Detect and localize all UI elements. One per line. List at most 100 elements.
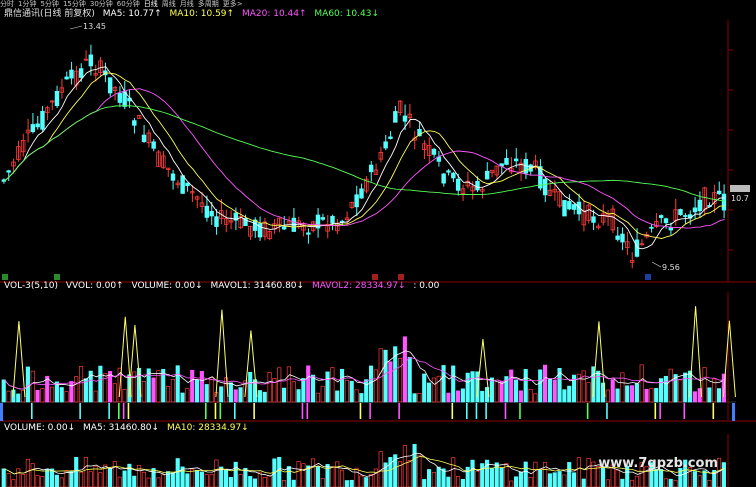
vol2-bar xyxy=(107,468,113,487)
vvol-readout: VVOL: 0.00↑ xyxy=(65,281,124,291)
vol-bar xyxy=(412,393,417,403)
signal-bar xyxy=(108,403,110,419)
period-tab-10[interactable]: 更多> xyxy=(223,0,243,9)
vol-bar xyxy=(335,390,340,403)
vol-bar xyxy=(528,389,533,403)
candle-body xyxy=(170,173,176,181)
candle-body xyxy=(716,190,722,195)
signal-bar xyxy=(253,403,255,419)
vol-bar xyxy=(49,386,55,403)
vol-bar xyxy=(518,390,523,403)
vol2-bar xyxy=(615,469,620,487)
vol2-bar xyxy=(538,469,543,487)
price-chart[interactable]: 13.45 9.56 10.7 xyxy=(0,20,756,284)
vol-bar xyxy=(344,379,349,403)
signal-bar xyxy=(301,403,304,419)
period-tab-4[interactable]: 30分钟 xyxy=(90,0,113,9)
vol2-bar xyxy=(605,479,610,487)
vol-bar xyxy=(16,393,21,403)
vol-bar xyxy=(509,369,514,403)
vol2-bar xyxy=(359,475,364,487)
vol-bar xyxy=(489,377,494,403)
vol-bar xyxy=(581,370,586,403)
period-tab-7[interactable]: 周线 xyxy=(162,0,176,9)
last-price-marker xyxy=(730,185,750,192)
vol2-bar xyxy=(547,473,552,487)
candlestick-chart-svg: 13.45 9.56 10.7 xyxy=(0,20,756,283)
candle-body xyxy=(542,178,548,196)
vol-bar xyxy=(1,379,6,403)
volume-ma5-readout: MA5: 31460.80↓ xyxy=(83,423,160,433)
vol2-bar xyxy=(286,466,291,487)
vol-bar xyxy=(397,357,403,403)
vol-bar xyxy=(513,379,519,403)
vol2-bar xyxy=(16,468,21,487)
vol-bar xyxy=(325,371,330,403)
vol2-bar xyxy=(518,471,523,487)
period-tab-2[interactable]: 5分钟 xyxy=(40,0,58,9)
vol-bar xyxy=(562,389,567,403)
vol2-bar xyxy=(426,469,432,487)
vol2-bar xyxy=(571,472,577,487)
candle-body xyxy=(571,204,577,210)
vol-bar xyxy=(248,371,253,403)
vol-bar xyxy=(716,388,722,403)
volume-indicator-chart[interactable] xyxy=(0,292,756,422)
vol-bar xyxy=(388,361,393,403)
signal-bar xyxy=(214,403,217,419)
vol-bar xyxy=(107,371,113,403)
vol2-bar xyxy=(170,472,175,487)
vol2-bar xyxy=(412,444,417,487)
candle-body xyxy=(451,172,456,179)
vol2-bar xyxy=(697,475,702,487)
vol-bar xyxy=(402,336,407,403)
period-tab-8[interactable]: 月线 xyxy=(180,0,194,9)
vol2-bar xyxy=(243,467,248,487)
vol-bar xyxy=(199,370,204,403)
candle-body xyxy=(692,207,698,213)
candle-body xyxy=(359,188,364,199)
signal-bar xyxy=(205,403,207,419)
vol-label: VOL-3(5,10) xyxy=(4,281,58,291)
candle-body xyxy=(69,69,74,79)
vol-bar xyxy=(368,365,374,403)
vol2-bar xyxy=(707,479,712,487)
vol2-bar xyxy=(417,454,422,487)
period-tab-6[interactable]: 日线 xyxy=(144,0,158,9)
period-tab-5[interactable]: 60分钟 xyxy=(117,0,140,9)
vol-bar xyxy=(267,371,272,403)
candle-body xyxy=(658,215,664,218)
vol-bar xyxy=(422,373,427,403)
signal-bar xyxy=(586,403,589,419)
ma60-readout: MA60: 10.43↓ xyxy=(314,9,379,19)
vol2-bar xyxy=(339,469,345,487)
signal-marker-4 xyxy=(645,274,651,280)
vol-bar xyxy=(175,365,180,403)
vol2-bar xyxy=(354,467,359,487)
candle-body xyxy=(281,226,287,230)
vol2-bar xyxy=(364,477,369,487)
vol2-bar xyxy=(576,457,581,487)
candle-body xyxy=(40,110,45,130)
candle-body xyxy=(383,141,388,149)
signal-bar xyxy=(369,403,371,419)
vol-bar xyxy=(683,372,688,403)
period-tab-9[interactable]: 多周期 xyxy=(198,0,219,9)
vol-bar xyxy=(257,390,262,403)
vol-bar xyxy=(692,391,697,403)
vol-bar xyxy=(122,388,127,403)
period-tab-1[interactable]: 1分钟 xyxy=(18,0,36,9)
vol2-bar xyxy=(581,478,586,487)
vol-bar xyxy=(190,369,195,403)
period-tab-0[interactable]: 分时 xyxy=(0,0,14,9)
vol-bar xyxy=(296,389,301,403)
volume-readout: VOLUME: 0.00↓ xyxy=(131,281,203,291)
vol2-bar xyxy=(446,476,451,487)
signal-marker-1 xyxy=(54,274,60,280)
period-tab-3[interactable]: 15分钟 xyxy=(63,0,86,9)
vol2-bar xyxy=(562,474,567,487)
vol2-bar xyxy=(117,476,122,487)
vol2-bar xyxy=(45,468,50,487)
vol-bar xyxy=(310,374,316,403)
signal-bar xyxy=(31,403,33,419)
